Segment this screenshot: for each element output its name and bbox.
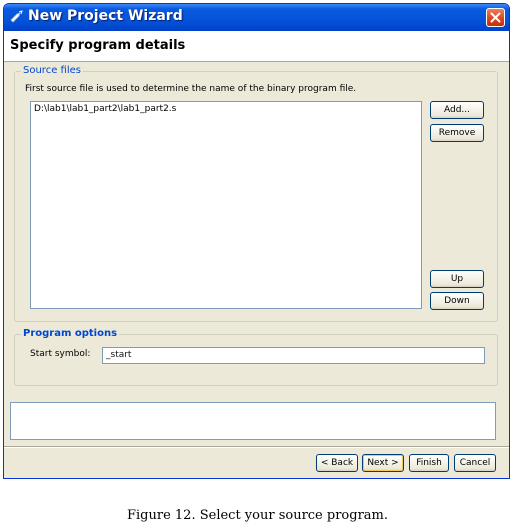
- down-button[interactable]: Down: [430, 292, 484, 310]
- list-item[interactable]: D:\lab1\lab1_part2\lab1_part2.s: [34, 104, 176, 114]
- message-area: [10, 402, 496, 440]
- footer-separator: [4, 446, 509, 448]
- finish-button[interactable]: Finish: [409, 454, 449, 472]
- close-button[interactable]: [486, 8, 505, 27]
- back-button[interactable]: < Back: [316, 454, 358, 472]
- start-symbol-label: Start symbol:: [30, 349, 91, 359]
- source-files-list[interactable]: D:\lab1\lab1_part2\lab1_part2.s: [30, 101, 422, 309]
- header-area: Specify program details: [4, 31, 509, 62]
- start-symbol-input[interactable]: _start: [102, 347, 485, 364]
- remove-button[interactable]: Remove: [430, 124, 484, 142]
- page-heading: Specify program details: [10, 38, 186, 53]
- title-bar: New Project Wizard: [4, 4, 509, 31]
- program-options-legend: Program options: [21, 328, 120, 339]
- source-files-legend: Source files: [21, 65, 83, 76]
- next-button[interactable]: Next >: [362, 454, 404, 472]
- cancel-button[interactable]: Cancel: [454, 454, 496, 472]
- add-button[interactable]: Add...: [430, 101, 484, 119]
- source-files-description: First source file is used to determine t…: [25, 84, 357, 94]
- close-icon: [490, 12, 501, 23]
- figure-caption: Figure 12. Select your source program.: [127, 508, 388, 523]
- wizard-window: New Project Wizard Specify program detai…: [3, 3, 510, 479]
- wizard-icon: [10, 10, 23, 23]
- source-files-group: Source files First source file is used t…: [14, 65, 498, 322]
- window-title: New Project Wizard: [28, 8, 183, 24]
- program-options-group: Program options Start symbol: _start: [14, 328, 498, 386]
- up-button[interactable]: Up: [430, 270, 484, 288]
